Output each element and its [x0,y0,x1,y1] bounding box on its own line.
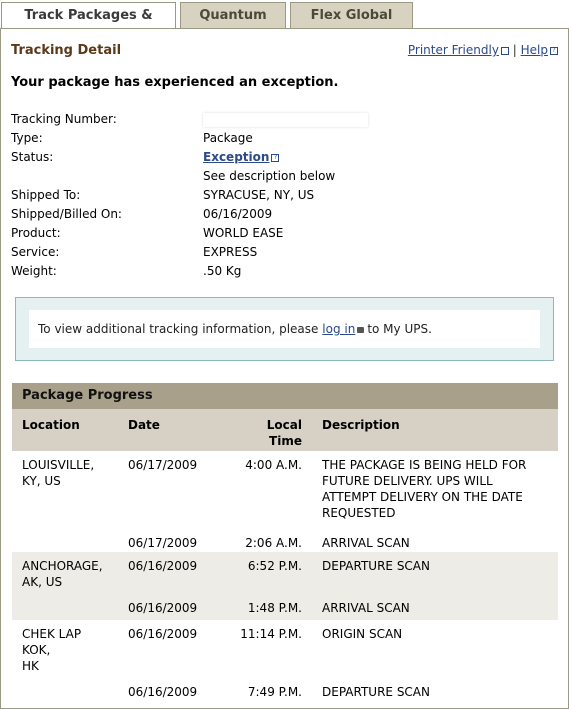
shipped-to-value: SYRACUSE, NY, US [203,188,315,202]
row-date: 06/16/2009 [128,685,198,699]
status-exception-link[interactable]: Exception [203,150,269,164]
help-icon: ? [550,46,558,55]
weight-value: .50 Kg [203,264,242,278]
row-date: 06/16/2009 [128,601,198,615]
tab-bar: Track Packages & Freight Quantum View Fl… [0,0,569,48]
status-note: See description below [203,169,336,183]
col-description: Description [322,418,400,432]
top-links: Printer Friendly | Help? [408,43,558,57]
row-location [12,678,128,702]
tracking-details: Tracking Number: Type: Package Status: Exc… [11,110,551,281]
status-label: Status: [11,150,54,164]
printer-friendly-link[interactable]: Printer Friendly [408,43,499,57]
help-link[interactable]: Help [521,43,548,57]
weight-label: Weight: [11,264,57,278]
tracking-panel: Tracking Detail Printer Friendly | Help?… [0,28,569,709]
row-description: ORIGIN SCAN [322,627,403,641]
row-time: 7:49 P.M. [247,685,302,699]
info-icon[interactable]: ? [271,153,280,162]
tab-quantum-view[interactable]: Quantum View [180,2,286,48]
notice-prefix: To view additional tracking information,… [38,322,319,336]
row-time: 1:48 P.M. [247,601,302,615]
col-date: Date [128,418,160,432]
type-value: Package [203,131,253,145]
row-date: 06/16/2009 [128,627,198,641]
progress-header-row: Location Date Local Time Description [12,409,558,451]
product-label: Product: [11,226,61,240]
table-row: 06/17/2009 2:06 A.M. ARRIVAL SCAN [12,529,558,552]
table-row: 06/16/2009 1:48 P.M. ARRIVAL SCAN [12,594,558,620]
row-location [12,594,128,620]
shipped-to-label: Shipped To: [11,188,81,202]
table-row: LOUISVILLE, KY, US 06/17/2009 4:00 A.M. … [12,451,558,529]
col-location: Location [22,418,80,432]
shipped-on-value: 06/16/2009 [203,207,273,221]
tab-track-packages[interactable]: Track Packages & Freight [1,2,176,48]
row-description: THE PACKAGE IS BEING HELD FOR FUTURE DEL… [322,458,527,520]
row-location [12,529,128,552]
tab-flex-global-view[interactable]: Flex Global View [290,2,413,48]
row-time: 2:06 A.M. [245,536,302,550]
product-value: WORLD EASE [203,226,284,240]
tracking-number-redacted [203,112,368,127]
page-title: Tracking Detail [11,43,122,58]
table-row: CHEK LAP KOK, HK 06/16/2009 11:14 P.M. O… [12,620,558,678]
table-row: ANCHORAGE, AK, US 06/16/2009 6:52 P.M. D… [12,552,558,594]
row-description: DEPARTURE SCAN [322,559,430,573]
service-value: EXPRESS [203,245,258,259]
row-description: ARRIVAL SCAN [322,536,410,550]
row-location: LOUISVILLE, KY, US [22,458,95,488]
tracking-number-label: Tracking Number: [11,112,117,126]
row-time: 4:00 A.M. [245,458,302,472]
printer-icon [500,46,509,55]
row-location: ANCHORAGE, AK, US [22,559,103,589]
lock-icon [357,326,365,333]
notice-suffix: to My UPS. [367,322,432,336]
login-link[interactable]: log in [322,322,355,336]
row-date: 06/17/2009 [128,458,198,472]
package-progress-title: Package Progress [12,383,558,409]
login-notice: To view additional tracking information,… [15,297,554,361]
row-location: CHEK LAP KOK, HK [22,627,82,673]
row-description: ARRIVAL SCAN [322,601,410,615]
row-time: 6:52 P.M. [247,559,302,573]
link-separator: | [512,43,517,57]
login-notice-text: To view additional tracking information,… [29,310,540,348]
row-date: 06/17/2009 [128,536,198,550]
row-description: DEPARTURE SCAN [322,685,430,699]
shipped-on-label: Shipped/Billed On: [11,207,122,221]
type-label: Type: [11,131,43,145]
col-local-time: Local Time [266,418,302,448]
package-progress: Package Progress Location Date Local Time… [12,383,558,702]
exception-message: Your package has experienced an exceptio… [11,75,339,90]
row-time: 11:14 P.M. [240,627,302,641]
service-label: Service: [11,245,60,259]
table-row: 06/16/2009 7:49 P.M. DEPARTURE SCAN [12,678,558,702]
row-date: 06/16/2009 [128,559,198,573]
